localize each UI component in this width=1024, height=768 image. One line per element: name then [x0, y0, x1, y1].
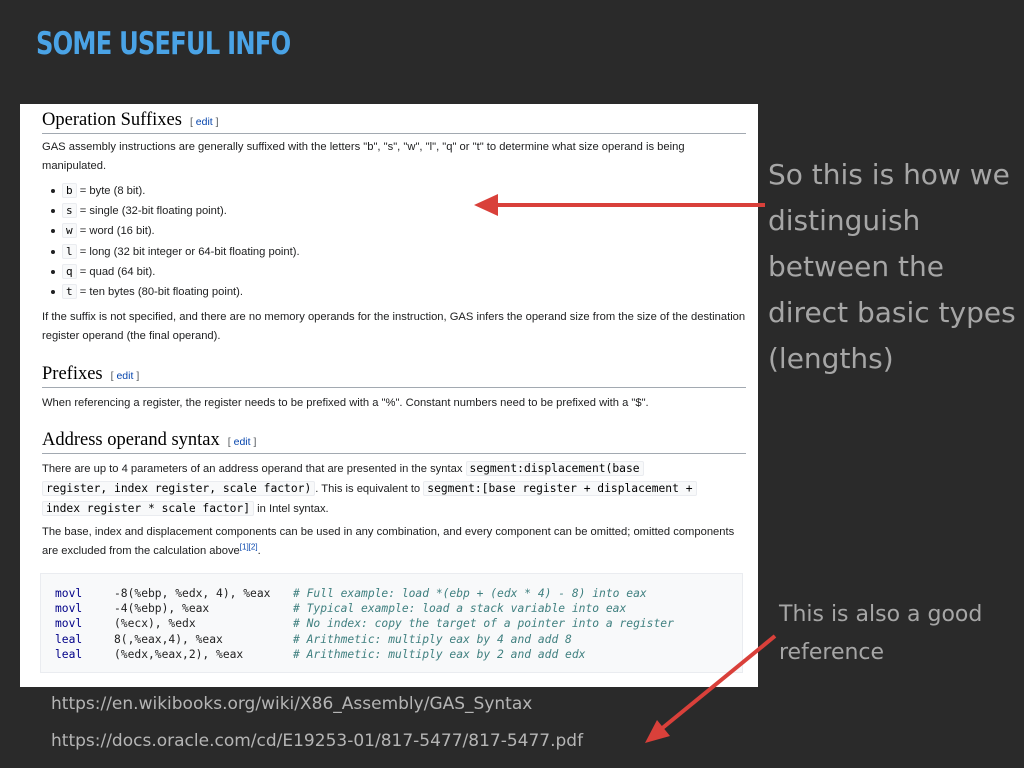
suffix-description: = quad (64 bit).: [76, 265, 156, 278]
code-op: leal: [55, 632, 83, 646]
address-para-2-block: The base, index and displacement compone…: [42, 523, 746, 561]
code-op: movl: [55, 617, 83, 631]
suffix-code: t: [62, 284, 77, 300]
code-line: movl (%ecx), %edx # No index: copy the tar…: [41, 616, 742, 631]
suffix-code: s: [62, 203, 77, 219]
code-line: leal (%edx,%eax,2), %eax # Arithmetic: mul…: [41, 647, 742, 662]
suffixes-intro: GAS assembly instructions are generally …: [42, 141, 685, 172]
suffixes-list-block: b = byte (8 bit). s = single (32-bit flo…: [48, 181, 746, 302]
suffixes-list: b = byte (8 bit). s = single (32-bit flo…: [48, 181, 746, 302]
edit-link-suffixes[interactable]: [ edit ]: [190, 116, 219, 128]
list-item: b = byte (8 bit).: [48, 181, 746, 201]
suffix-description: = long (32 bit integer or 64-bit floatin…: [76, 245, 300, 258]
code-line: leal 8(,%eax,4), %eax # Arithmetic: multip…: [41, 632, 742, 647]
code-op: leal: [55, 647, 83, 661]
list-item: t = ten bytes (80-bit floating point).: [48, 282, 746, 302]
prefixes-text-block: When referencing a register, the registe…: [42, 394, 746, 413]
address-para-1-block: There are up to 4 parameters of an addre…: [42, 459, 746, 519]
edit-link-prefixes[interactable]: [ edit ]: [111, 370, 140, 382]
heading-text: Prefixes: [42, 364, 103, 384]
suffixes-intro-block: GAS assembly instructions are generally …: [42, 138, 746, 176]
text-run: .: [257, 545, 261, 557]
edit-link-text[interactable]: edit: [116, 370, 133, 382]
suffix-code: l: [62, 243, 77, 259]
list-item: s = single (32-bit floating point).: [48, 201, 746, 221]
code-comment: # Arithmetic: multiply eax by 4 and add …: [293, 632, 572, 646]
list-item: w = word (16 bit).: [48, 221, 746, 241]
code-line: movl -8(%ebp, %edx, 4), %eax # Full exampl…: [41, 586, 742, 601]
code-comment: # Full example: load *(ebp + (edx * 4) -…: [293, 587, 647, 600]
heading-address-operand-syntax: Address operand syntax [ edit ]: [42, 430, 746, 454]
suffixes-outro-block: If the suffix is not specified, and ther…: [42, 308, 746, 346]
intel-code: segment:[base register + displacement +: [423, 481, 697, 496]
code-args: (%ecx), %edx: [114, 617, 196, 631]
text-run: The base, index and displacement compone…: [42, 526, 735, 557]
section-address-operand-syntax: Address operand syntax [ edit ]: [42, 430, 746, 454]
text-run: There are up to 4 parameters of an addre…: [42, 463, 466, 475]
edit-link-address[interactable]: [ edit ]: [228, 436, 257, 448]
syntax-code: segment:displacement(base: [465, 461, 644, 476]
heading-operation-suffixes: Operation Suffixes [ edit ]: [42, 110, 746, 134]
code-op: movl: [55, 587, 83, 600]
section-operation-suffixes: Operation Suffixes [ edit ]: [42, 110, 746, 134]
code-op: movl: [55, 602, 83, 616]
code-args: -4(%ebp), %eax: [114, 602, 210, 616]
edit-link-text[interactable]: edit: [196, 116, 213, 128]
suffix-code: b: [62, 183, 77, 198]
code-example-block: movl -8(%ebp, %edx, 4), %eax # Full exampl…: [40, 573, 743, 673]
slide-title: SOME USEFUL INFO: [36, 26, 291, 62]
code-args: 8(,%eax,4), %eax: [114, 632, 223, 646]
section-prefixes: Prefixes [ edit ]: [42, 364, 746, 388]
suffix-description: = word (16 bit).: [76, 225, 155, 238]
wiki-screenshot-panel: Operation Suffixes [ edit ] GAS assembly …: [20, 104, 758, 687]
url-wikibooks[interactable]: https://en.wikibooks.org/wiki/X86_Assemb…: [51, 694, 532, 714]
suffix-description: = single (32-bit floating point).: [76, 205, 227, 218]
edit-link-text[interactable]: edit: [234, 436, 251, 448]
citation-refs[interactable]: [1][2]: [240, 542, 258, 551]
suffix-code: q: [62, 263, 77, 279]
code-comment: # Typical example: load a stack variable…: [293, 602, 627, 616]
heading-text: Address operand syntax: [42, 430, 220, 450]
annotation-reference: This is also a good reference: [779, 602, 983, 665]
heading-text: Operation Suffixes: [42, 110, 182, 130]
address-para-2: The base, index and displacement compone…: [42, 523, 746, 561]
suffixes-outro: If the suffix is not specified, and ther…: [42, 311, 746, 342]
annotation-main: So this is how we distinguish between th…: [768, 158, 1016, 375]
code-args: (%edx,%eax,2), %eax: [114, 647, 244, 661]
code-line: movl -4(%ebp), %eax # Typical example: loa…: [41, 601, 742, 616]
text-run: in Intel syntax.: [254, 503, 329, 515]
list-item: q = quad (64 bit).: [48, 262, 746, 282]
syntax-code-cont: register, index register, scale factor): [42, 481, 316, 496]
suffix-description: = ten bytes (80-bit floating point).: [76, 286, 243, 299]
code-comment: # Arithmetic: multiply eax by 2 and add …: [293, 647, 586, 661]
code-args: -8(%ebp, %edx, 4), %eax: [114, 587, 271, 600]
prefixes-text: When referencing a register, the registe…: [42, 397, 649, 409]
code-comment: # No index: copy the target of a pointer…: [293, 617, 674, 631]
text-run: . This is equivalent to: [315, 483, 424, 495]
intel-code-cont: index register * scale factor]: [42, 501, 255, 516]
suffix-code: w: [62, 223, 77, 239]
suffix-description: = byte (8 bit).: [76, 185, 146, 197]
address-para-1: There are up to 4 parameters of an addre…: [42, 459, 746, 519]
list-item: l = long (32 bit integer or 64-bit float…: [48, 242, 746, 262]
url-oracle-pdf[interactable]: https://docs.oracle.com/cd/E19253-01/817…: [51, 731, 583, 751]
heading-prefixes: Prefixes [ edit ]: [42, 364, 746, 388]
